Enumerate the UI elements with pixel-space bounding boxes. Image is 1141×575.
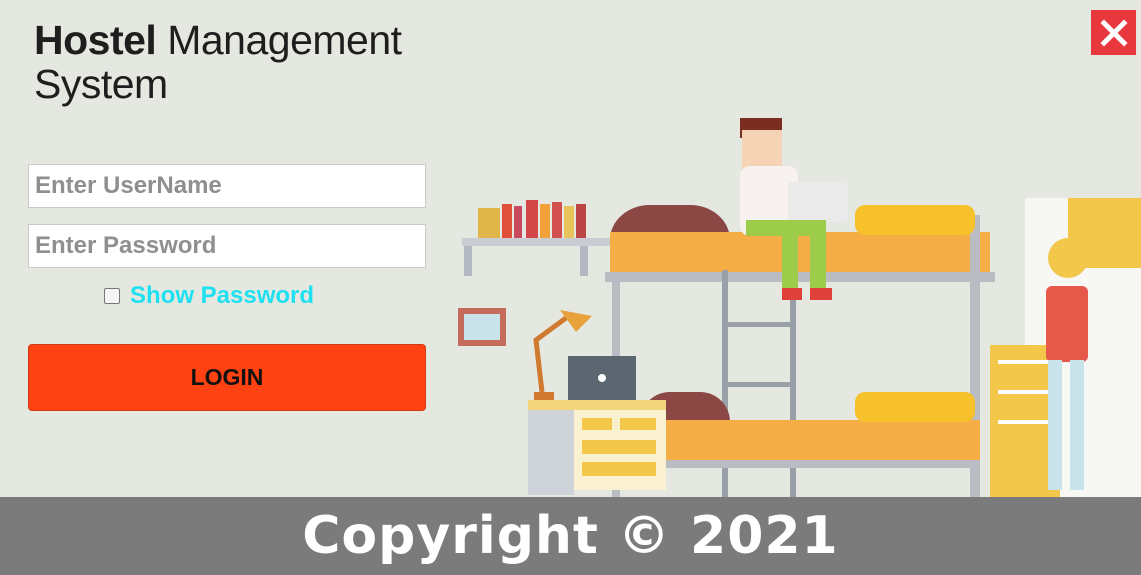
app-title-rest: Management xyxy=(156,17,402,63)
close-button[interactable] xyxy=(1091,10,1136,55)
username-input[interactable] xyxy=(28,164,426,208)
copyright-text: Copyright © 2021 xyxy=(302,506,839,566)
app-title-line2: System xyxy=(34,61,168,107)
password-input[interactable] xyxy=(28,224,426,268)
show-password-label: Show Password xyxy=(130,282,315,309)
close-icon xyxy=(1099,18,1128,47)
checkbox-icon[interactable] xyxy=(104,288,120,304)
app-title: Hostel Management System xyxy=(34,18,402,106)
login-button[interactable]: LOGIN xyxy=(28,344,426,411)
footer-bar: Copyright © 2021 xyxy=(0,497,1141,575)
login-window: Hostel Management System Show Password L… xyxy=(0,0,1141,575)
hostel-room-illustration xyxy=(458,118,1141,497)
app-title-bold: Hostel xyxy=(34,17,157,63)
show-password-toggle[interactable]: Show Password xyxy=(104,282,314,310)
